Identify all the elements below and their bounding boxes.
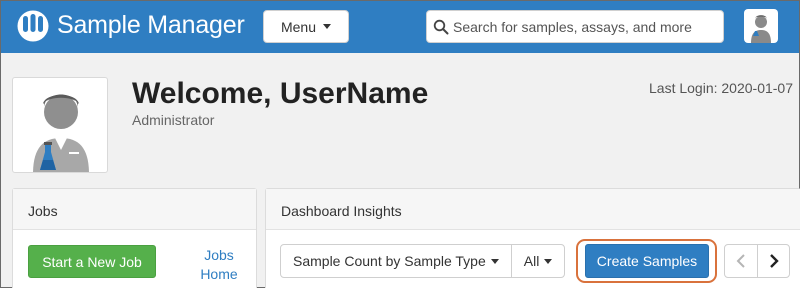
chart-type-label: Sample Count by Sample Type [293,253,486,269]
chart-pager [724,244,790,278]
welcome-heading: Welcome, UserName [132,77,429,110]
insights-panel-title: Dashboard Insights [266,189,800,230]
last-login-text: Last Login: 2020-01-07 [649,80,793,96]
app-logo-icon[interactable] [15,10,51,42]
menu-button-label: Menu [280,18,317,35]
create-samples-button[interactable]: Create Samples [585,244,709,278]
jobs-panel-title: Jobs [13,189,256,230]
jobs-home-link[interactable]: Jobs Home [197,246,241,284]
dashboard-insights-panel: Dashboard Insights Sample Count by Sampl… [265,188,800,288]
previous-chart-button[interactable] [725,245,757,277]
app-title[interactable]: Sample Manager [57,11,245,40]
next-chart-button[interactable] [757,245,789,277]
search-input[interactable] [453,18,723,35]
user-avatar-icon [751,15,771,43]
menu-button[interactable]: Menu [263,10,349,43]
chevron-right-icon [769,254,779,268]
start-new-job-button[interactable]: Start a New Job [28,245,156,278]
filter-dropdown[interactable]: All [510,245,565,277]
profile-avatar [12,77,108,173]
scientist-avatar-icon [33,94,89,172]
user-menu-avatar[interactable] [744,9,778,43]
user-role: Administrator [132,112,215,128]
chevron-left-icon [736,254,745,268]
insights-selectors: Sample Count by Sample Type All [280,244,566,278]
caret-down-icon [490,258,499,264]
filter-label: All [523,253,540,269]
search-icon [433,19,449,34]
chart-type-dropdown[interactable]: Sample Count by Sample Type [281,245,511,277]
search-box[interactable] [426,10,724,43]
caret-down-icon [544,258,553,264]
jobs-panel: Jobs Start a New Job Jobs Home [12,188,257,288]
caret-down-icon [323,24,332,29]
top-navbar: Sample Manager Menu [1,1,799,53]
